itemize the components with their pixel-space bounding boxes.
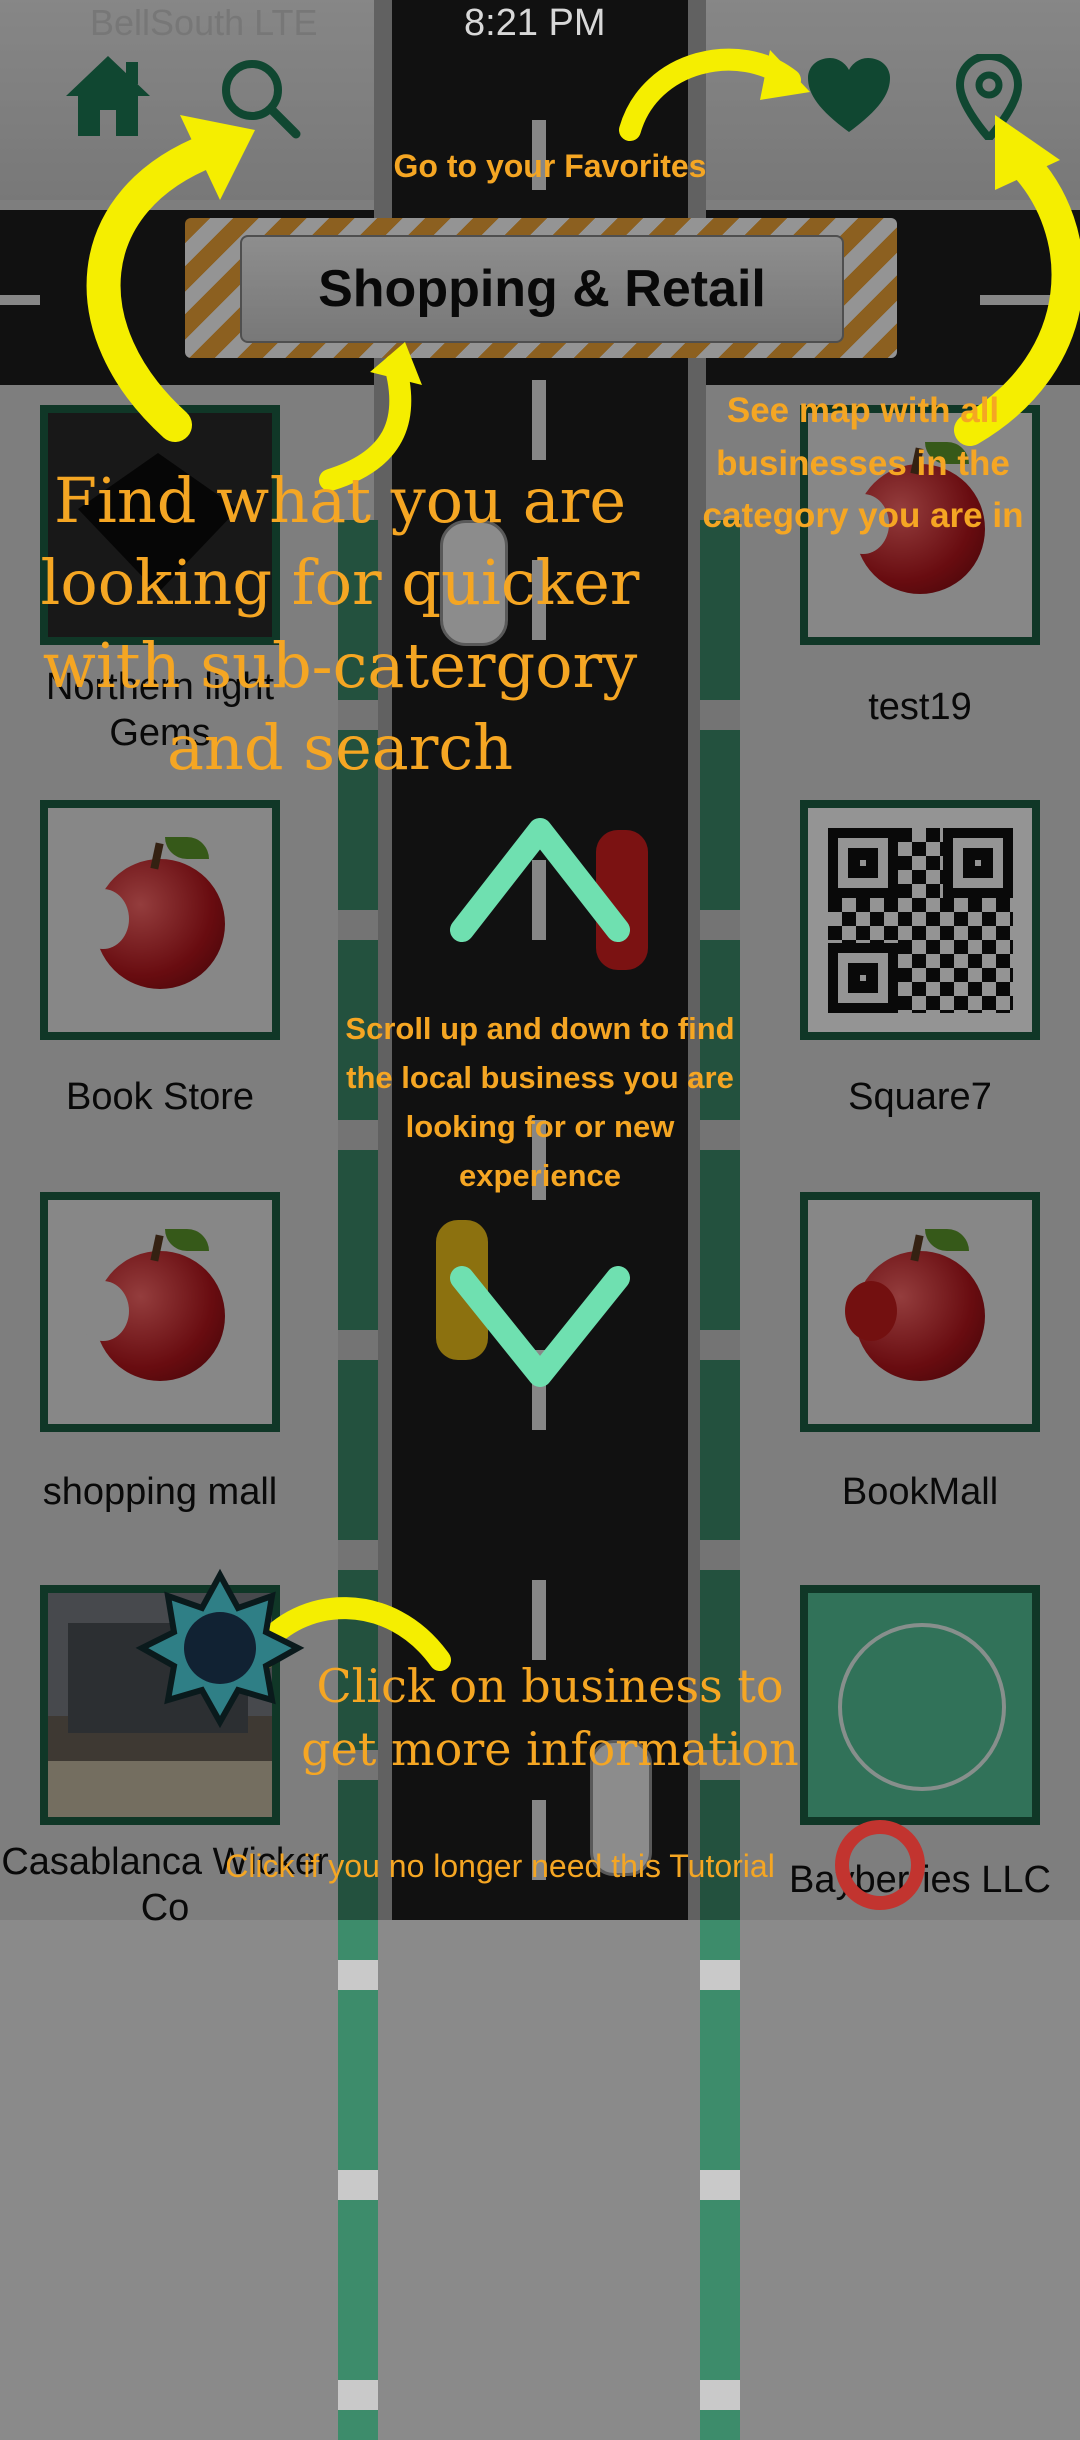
tutorial-map-text: See map with all businesses in the categ… [702,391,1024,535]
tutorial-arrows [86,48,1080,1910]
tutorial-find-text: Find what you are looking for quicker wi… [40,464,640,785]
tutorial-scroll-text: Scroll up and down to find the local bus… [345,1011,735,1193]
tutorial-dismiss-text[interactable]: Click if you no longer need this Tutoria… [170,1848,830,1885]
tutorial-click-business-text: Click on business to get more informatio… [301,1659,799,1777]
close-tutorial-button[interactable] [842,1827,918,1903]
tutorial-favorites-text: Go to your Favorites [393,148,707,184]
